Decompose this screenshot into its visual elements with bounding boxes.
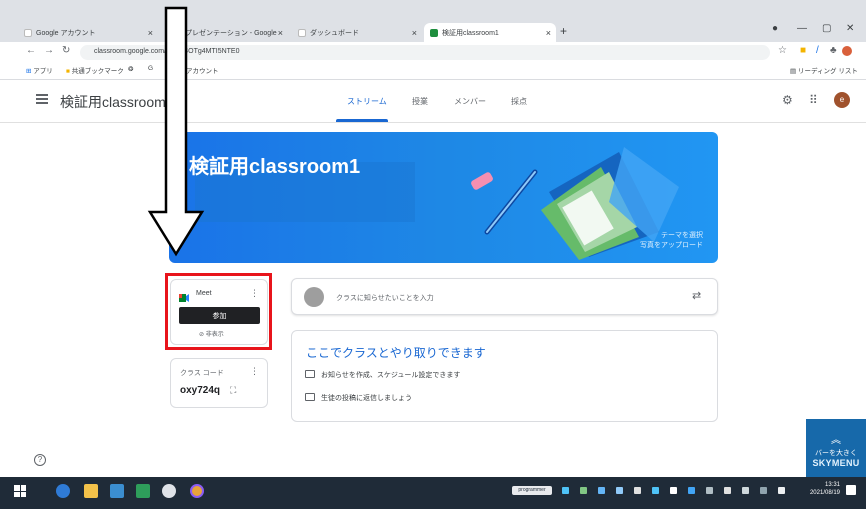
browser-tab-google-account[interactable]: Google アカウント × (18, 23, 158, 42)
apps-grid-icon: ⊞ (26, 68, 32, 75)
tray-icon[interactable] (616, 487, 623, 494)
class-code-label: クラス コード (180, 370, 224, 377)
close-tab-icon[interactable]: × (278, 28, 283, 38)
reading-list-button[interactable]: ▤ リーディング リスト (790, 65, 858, 75)
banner-class-title: 検証用classroom1 (189, 156, 361, 178)
info-row-reply: 生徒の投稿に返信しましょう (321, 395, 412, 402)
hamburger-menu-icon[interactable] (36, 94, 48, 104)
announcement-avatar (304, 287, 324, 307)
chrome-taskbar-icon[interactable] (190, 484, 204, 498)
google-favicon-icon (24, 28, 32, 37)
close-tab-icon[interactable]: × (412, 28, 417, 38)
new-tab-button[interactable]: + (560, 24, 567, 38)
file-explorer-icon[interactable] (84, 484, 98, 498)
reload-icon[interactable]: ↻ (62, 45, 70, 56)
tray-icon[interactable] (670, 487, 677, 494)
tray-icon[interactable] (724, 487, 731, 494)
profile-dot-icon[interactable]: ● (772, 23, 778, 34)
puzzle-icon[interactable]: ♣ (830, 45, 837, 56)
skymenu-widget[interactable]: ︽ バーを大きく SKYMENU (806, 419, 866, 477)
browser-tab-dashboard[interactable]: ダッシュボード × (292, 23, 422, 42)
tab-classwork[interactable]: 授業 (412, 96, 428, 107)
apps-grid-icon[interactable]: ⠿ (809, 93, 818, 107)
tab-grades[interactable]: 採点 (511, 96, 527, 107)
tray-icon[interactable] (634, 487, 641, 494)
tab-people[interactable]: メンバー (454, 96, 486, 107)
upload-photo-link[interactable]: 写真をアップロード (640, 241, 703, 251)
close-window-icon[interactable]: ✕ (846, 23, 854, 34)
tray-icon[interactable] (580, 487, 587, 494)
tray-icon[interactable] (598, 487, 605, 494)
highlight-box (165, 273, 272, 350)
skymenu-logo: SKYMENU (812, 458, 860, 468)
select-theme-link[interactable]: テーマを選択 (640, 231, 703, 241)
notification-icon[interactable] (846, 485, 856, 495)
tray-icon[interactable] (760, 487, 767, 494)
clock[interactable]: 13:31 2021/08/19 (796, 481, 840, 497)
back-icon[interactable]: ← (26, 45, 36, 56)
more-vert-icon[interactable]: ⋮ (250, 366, 259, 377)
windows-taskbar (0, 477, 866, 509)
folder-icon: ■ (66, 68, 70, 75)
reading-list-icon: ▤ (790, 68, 797, 75)
taskbar-app-icon[interactable] (136, 484, 150, 498)
tray-icon[interactable] (742, 487, 749, 494)
maximize-icon[interactable]: ▢ (822, 23, 831, 34)
browser-tab-classroom[interactable]: 検証用classroom1 × (424, 23, 556, 42)
help-icon[interactable]: ? (34, 454, 46, 466)
user-avatar[interactable]: e (834, 92, 850, 108)
pen-extension-icon[interactable]: / (816, 45, 819, 56)
fullscreen-icon[interactable]: ⛶ (230, 385, 236, 396)
annotation-arrow (147, 6, 205, 257)
clock-time: 13:31 (824, 482, 840, 488)
announcement-placeholder[interactable]: クラスに知らせたいことを入力 (336, 293, 434, 303)
clock-date: 2021/08/19 (809, 490, 840, 496)
minimize-icon[interactable]: — (797, 23, 807, 34)
tray-icon[interactable] (652, 487, 659, 494)
edge-icon[interactable] (56, 484, 70, 498)
bookmark-shared[interactable]: ■ 共通ブックマーク (66, 65, 124, 75)
announcement-icon (305, 370, 315, 378)
class-code-value: oxy724q (180, 385, 221, 396)
repost-icon[interactable]: ⇄ (692, 289, 701, 302)
info-row-announce: お知らせを作成、スケジュール設定できます (321, 372, 461, 379)
tray-icon[interactable] (706, 487, 713, 494)
tray-badge[interactable]: programmer (512, 486, 552, 495)
banner-theme-links[interactable]: テーマを選択 写真をアップロード (640, 231, 703, 251)
settings-gear-icon[interactable]: ⚙ (782, 93, 793, 107)
google-favicon-icon (298, 28, 306, 37)
skymenu-text: バーを大きく (815, 450, 857, 457)
extension-icon[interactable]: ■ (800, 45, 806, 56)
star-icon[interactable]: ☆ (778, 45, 787, 56)
forward-icon[interactable]: → (44, 45, 54, 56)
tray-icon[interactable] (688, 487, 695, 494)
active-tab-indicator (336, 119, 388, 122)
tray-icon[interactable] (562, 487, 569, 494)
classroom-favicon-icon (430, 28, 438, 37)
profile-avatar-icon[interactable] (842, 46, 852, 56)
comment-icon (305, 393, 315, 401)
taskbar-app-icon[interactable] (110, 484, 124, 498)
tab-stream[interactable]: ストリーム (347, 96, 387, 107)
info-title: ここでクラスとやり取りできます (306, 346, 486, 360)
chevron-up-icon: ︽ (831, 435, 841, 446)
chrome-icon[interactable]: ❂ (128, 65, 133, 73)
windows-start-icon[interactable] (14, 485, 26, 497)
volume-icon[interactable] (778, 487, 785, 494)
bookmark-apps[interactable]: ⊞ アプリ (26, 65, 53, 75)
close-tab-icon[interactable]: × (546, 28, 551, 38)
taskbar-app-icon[interactable] (162, 484, 176, 498)
